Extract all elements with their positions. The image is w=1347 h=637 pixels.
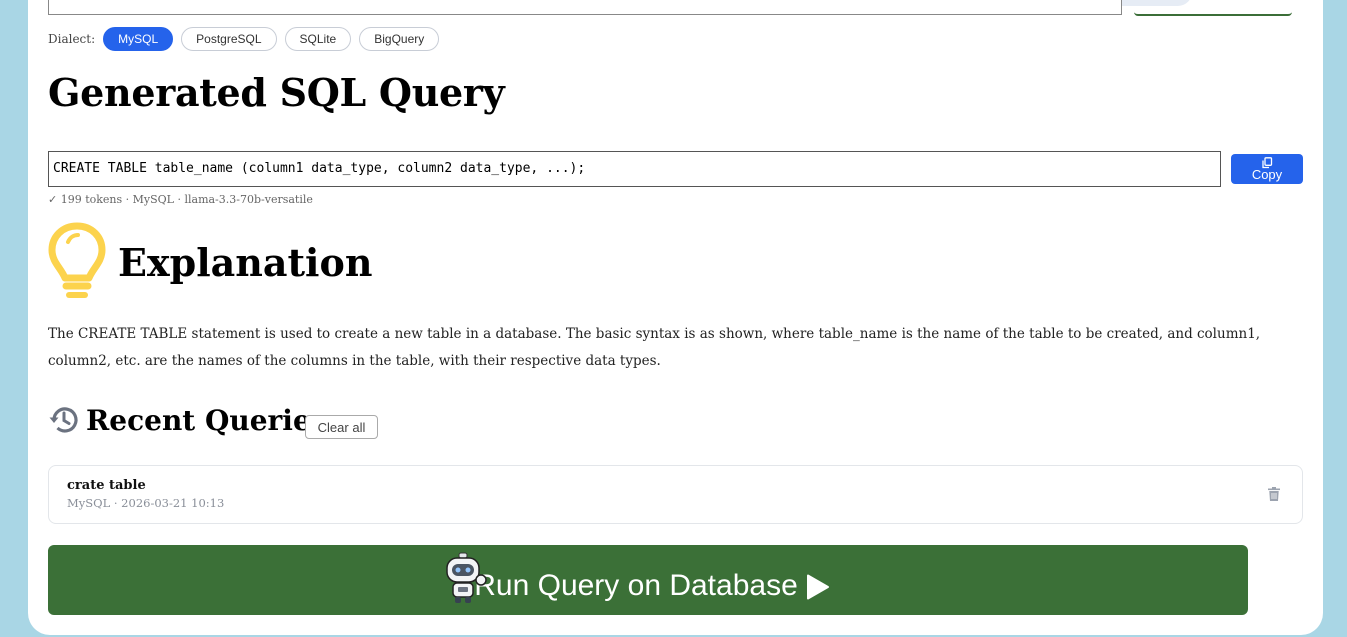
history-icon	[49, 407, 78, 433]
sql-output[interactable]: CREATE TABLE table_name (column1 data_ty…	[48, 151, 1221, 187]
dialect-option-mysql[interactable]: MySQL	[103, 27, 174, 51]
question-input[interactable]	[48, 0, 1122, 15]
generated-sql-heading: Generated SQL Query	[48, 70, 505, 115]
dialect-option-postgresql[interactable]: PostgreSQL	[181, 27, 277, 51]
copy-button[interactable]: Copy	[1231, 154, 1303, 184]
trash-icon[interactable]	[1268, 487, 1280, 501]
copy-label: Copy	[1251, 166, 1283, 182]
dialect-selector: Dialect: MySQL PostgreSQL SQLite BigQuer…	[48, 27, 447, 51]
recent-query-meta: MySQL · 2026-03-21 10:13	[67, 496, 225, 510]
recent-query-item[interactable]: crate table MySQL · 2026-03-21 10:13	[48, 465, 1303, 524]
run-query-button[interactable]: Run Query on Database	[48, 545, 1248, 615]
recent-query-title: crate table	[67, 478, 146, 493]
explanation-text: The CREATE TABLE statement is used to cr…	[48, 326, 1261, 369]
run-query-label: Run Query on Database	[474, 569, 830, 603]
generate-button[interactable]	[1134, 0, 1292, 16]
generation-meta: ✓ 199 tokens · MySQL · llama-3.3-70b-ver…	[48, 193, 313, 206]
clear-all-button[interactable]: Clear all	[305, 415, 378, 439]
explanation-heading: Explanation	[118, 240, 373, 285]
lightbulb-icon	[48, 222, 106, 298]
recent-queries-heading: Recent Queries	[86, 404, 327, 437]
dialect-option-bigquery[interactable]: BigQuery	[359, 27, 440, 51]
robot-icon	[446, 552, 487, 603]
play-icon	[806, 574, 829, 600]
dialect-label: Dialect:	[48, 32, 96, 46]
dialect-option-sqlite[interactable]: SQLite	[284, 27, 352, 51]
